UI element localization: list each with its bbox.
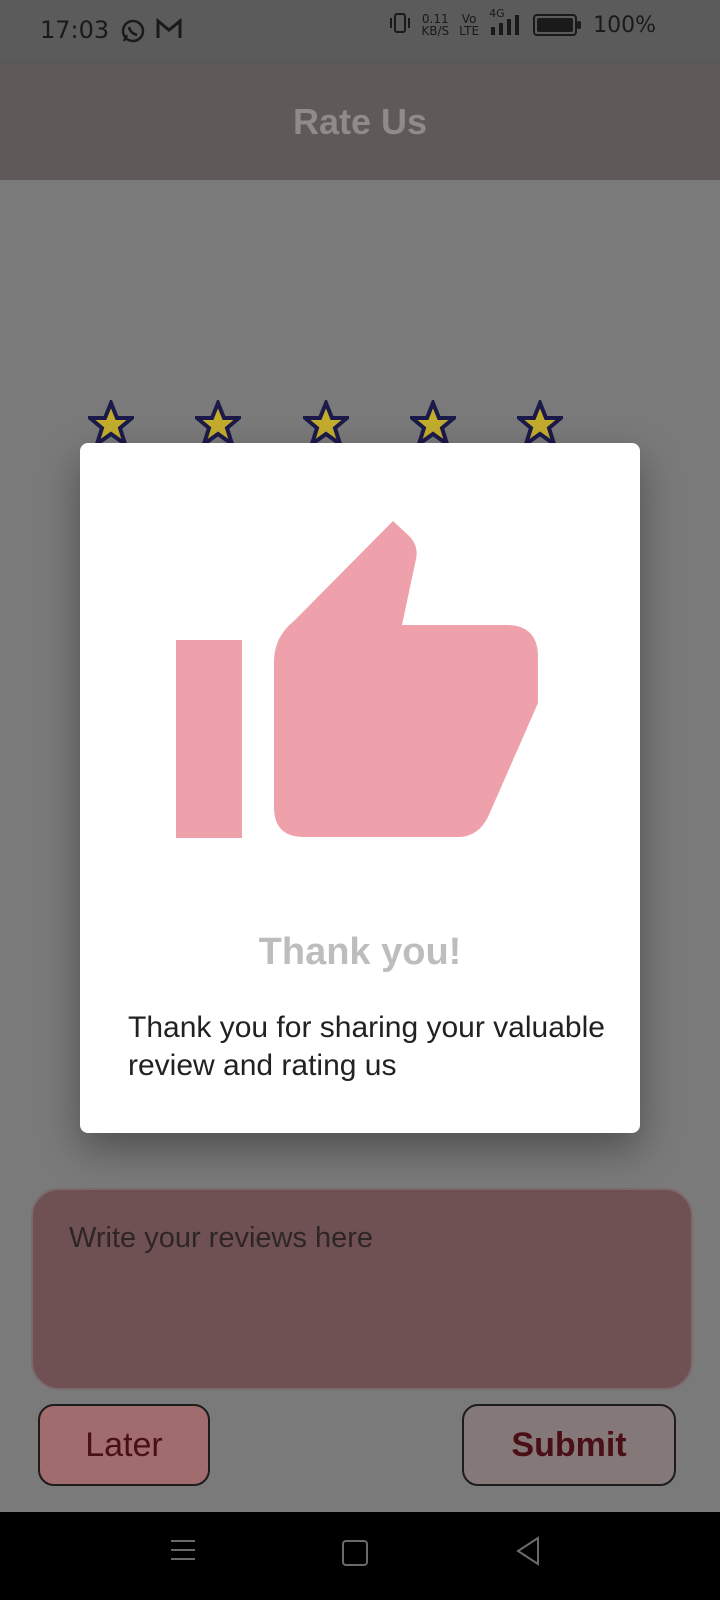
thank-you-dialog: Thank you! Thank you for sharing your va… xyxy=(80,443,640,1133)
reviews-input[interactable]: Write your reviews here xyxy=(31,1188,693,1390)
status-time: 17:03 xyxy=(40,16,110,44)
signal-icon: 4G xyxy=(489,7,523,37)
star-4[interactable] xyxy=(406,397,460,450)
battery-icon xyxy=(533,14,582,36)
status-icons-right: 0.11 KB/S Vo LTE 4G 100% xyxy=(389,7,720,38)
status-icons-left xyxy=(120,17,182,48)
thumbs-up-icon xyxy=(176,507,546,847)
status-bar: 17:03 0.11 KB/S Vo LTE 4G 100% xyxy=(0,0,720,64)
battery-fill xyxy=(537,18,574,32)
app-bar: Rate Us xyxy=(0,64,720,180)
battery-percent: 100% xyxy=(593,12,656,38)
later-button[interactable]: Later xyxy=(38,1404,210,1486)
back-icon[interactable] xyxy=(516,1536,540,1566)
submit-button[interactable]: Submit xyxy=(462,1404,676,1486)
star-2[interactable] xyxy=(191,397,245,450)
whatsapp-icon xyxy=(120,18,146,48)
volte-indicator: Vo LTE xyxy=(459,13,479,37)
vibrate-icon xyxy=(389,12,411,38)
dialog-message: Thank you for sharing your valuable revi… xyxy=(128,1011,605,1082)
star-1[interactable] xyxy=(84,397,138,450)
menu-icon[interactable] xyxy=(170,1538,196,1562)
gmail-icon xyxy=(156,17,182,48)
star-3[interactable] xyxy=(299,397,353,450)
dialog-title: Thank you! xyxy=(258,931,462,973)
volte-bottom: LTE xyxy=(459,24,480,38)
reviews-placeholder: Write your reviews here xyxy=(69,1222,374,1254)
home-icon[interactable] xyxy=(342,1540,368,1566)
page-title: Rate Us xyxy=(292,101,428,142)
network-speed: 0.11 KB/S xyxy=(421,13,449,37)
system-nav-bar xyxy=(0,1512,720,1600)
network-speed-unit: KB/S xyxy=(421,24,450,38)
star-5[interactable] xyxy=(513,397,567,450)
